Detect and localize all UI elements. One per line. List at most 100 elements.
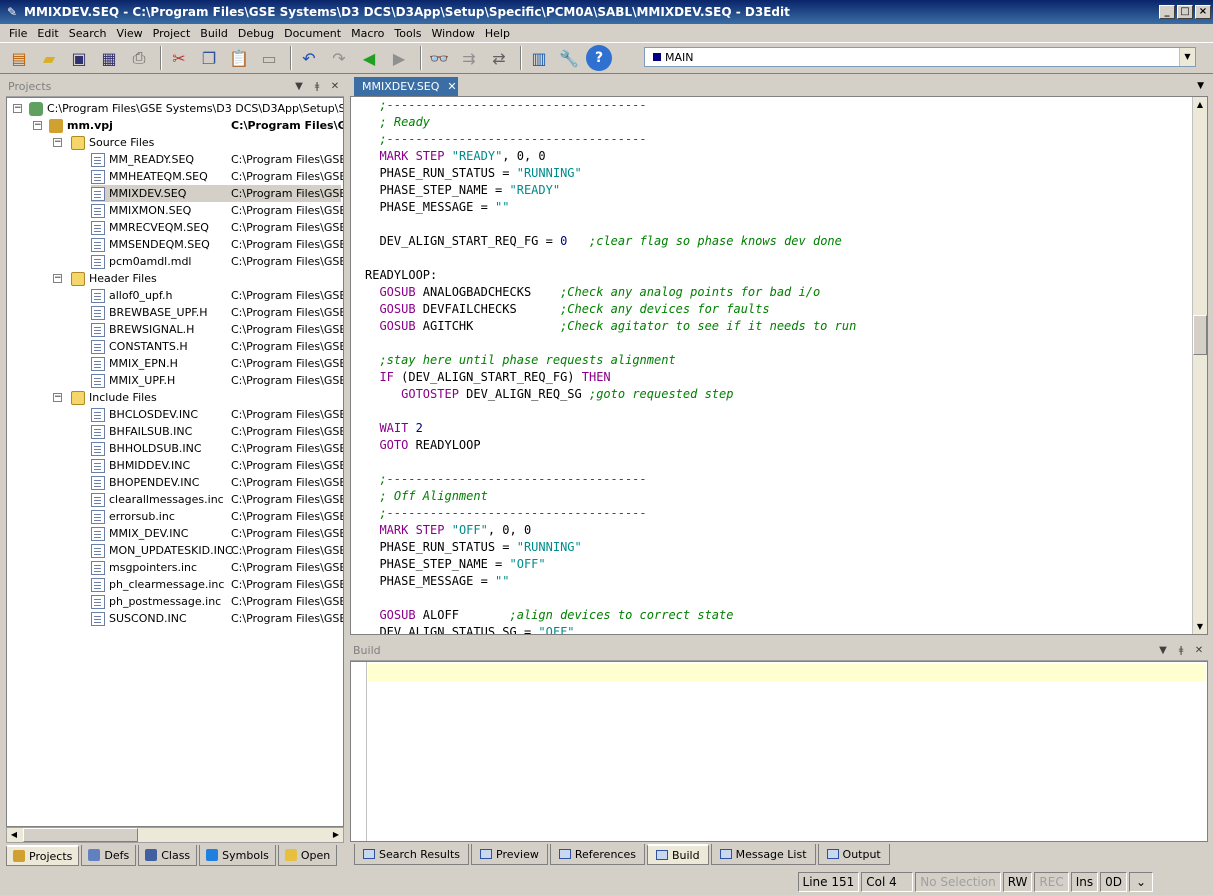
tab-references[interactable]: References [549,844,645,865]
code-line[interactable] [365,403,856,420]
clipboard-icon[interactable]: ▭ [256,45,282,71]
minimize-button[interactable]: _ [1159,5,1175,19]
chevron-down-icon[interactable]: ▼ [1197,81,1204,91]
tab-class[interactable]: Class [138,845,198,866]
tree-file[interactable]: msgpointers.inc [91,559,197,576]
project-tree[interactable]: − C:\Program Files\GSE Systems\D3 DCS\D3A… [6,97,344,827]
scroll-right-icon[interactable]: ▶ [329,828,343,842]
code-line[interactable]: ;stay here until phase requests alignmen… [365,352,856,369]
code-line[interactable]: ;------------------------------------ [365,505,856,522]
code-line[interactable]: DEV_ALIGN_STATUS_SG = "OFF" [365,624,856,634]
code-line[interactable]: MARK STEP "OFF", 0, 0 [365,522,856,539]
code-line[interactable]: DEV_ALIGN_START_REQ_FG = 0 ;clear flag s… [365,233,856,250]
code-editor[interactable]: ;------------------------------------ ; … [350,96,1208,635]
menu-project[interactable]: Project [148,27,196,40]
tab-preview[interactable]: Preview [471,844,548,865]
code-line[interactable]: ;------------------------------------ [365,97,856,114]
collapse-toggle-icon[interactable]: − [13,104,22,113]
tree-file[interactable]: pcm0amdl.mdl [91,253,192,270]
save-all-icon[interactable]: ▦ [96,45,122,71]
print-icon[interactable]: ⎙ [126,45,152,71]
tree-file[interactable]: MMHEATEQM.SEQ [91,168,208,185]
code-line[interactable]: PHASE_STEP_NAME = "READY" [365,182,856,199]
code-line[interactable]: GOTOSTEP DEV_ALIGN_REQ_SG ;goto requeste… [365,386,856,403]
undo-icon[interactable]: ↶ [296,45,322,71]
tree-folder[interactable]: Header Files [71,270,157,287]
tree-file[interactable]: BHMIDDEV.INC [91,457,190,474]
tree-folder[interactable]: Source Files [71,134,154,151]
tree-file[interactable]: ph_clearmessage.inc [91,576,224,593]
close-icon[interactable]: ✕ [1190,645,1208,656]
code-line[interactable]: WAIT 2 [365,420,856,437]
tree-file[interactable]: MMIX_DEV.INC [91,525,188,542]
menu-build[interactable]: Build [195,27,233,40]
code-line[interactable]: GOTO READYLOOP [365,437,856,454]
collapse-toggle-icon[interactable]: − [53,274,62,283]
save-icon[interactable]: ▣ [66,45,92,71]
tree-file[interactable]: clearallmessages.inc [91,491,224,508]
menu-tools[interactable]: Tools [389,27,426,40]
code-line[interactable]: ;------------------------------------ [365,471,856,488]
menu-file[interactable]: File [4,27,32,40]
tree-project[interactable]: mm.vpj [49,117,113,134]
tree-file[interactable]: allof0_upf.h [91,287,172,304]
code-line[interactable]: GOSUB ANALOGBADCHECKS ;Check any analog … [365,284,856,301]
tab-open[interactable]: Open [277,845,338,866]
status-dropdown-icon[interactable]: ⌄ [1129,872,1153,892]
tab-defs[interactable]: Defs [81,845,137,866]
scroll-down-icon[interactable]: ▼ [1193,619,1207,634]
scrollbar-thumb[interactable] [1193,315,1207,355]
tree-file[interactable]: SUSCOND.INC [91,610,187,627]
code-line[interactable] [365,216,856,233]
scrollbar-thumb[interactable] [23,828,138,842]
collapse-toggle-icon[interactable]: − [53,138,62,147]
find-next-icon[interactable]: ⇉ [456,45,482,71]
back-icon[interactable]: ◀ [356,45,382,71]
tree-file[interactable]: MMSENDEQM.SEQ [91,236,210,253]
tree-file[interactable]: MMIX_EPN.H [91,355,178,372]
code-line[interactable]: ; Off Alignment [365,488,856,505]
tree-file[interactable]: ph_postmessage.inc [91,593,221,610]
tree-file[interactable]: MON_UPDATESKID.INC [91,542,233,559]
menu-document[interactable]: Document [279,27,346,40]
chevron-down-icon[interactable]: ▼ [1179,48,1195,66]
editor-vertical-scrollbar[interactable]: ▲ ▼ [1192,97,1207,634]
collapse-toggle-icon[interactable]: − [33,121,42,130]
menu-search[interactable]: Search [64,27,112,40]
redo-icon[interactable]: ↷ [326,45,352,71]
function-combo[interactable]: MAIN ▼ [644,47,1196,67]
tree-file[interactable]: BHFAILSUB.INC [91,423,192,440]
code-line[interactable]: GOSUB AGITCHK ;Check agitator to see if … [365,318,856,335]
code-line[interactable]: PHASE_MESSAGE = "" [365,199,856,216]
scroll-up-icon[interactable]: ▲ [1193,97,1207,112]
code-line[interactable] [365,454,856,471]
tree-file[interactable]: BREWBASE_UPF.H [91,304,208,321]
tree-file[interactable]: MMIXMON.SEQ [91,202,191,219]
scroll-left-icon[interactable]: ◀ [7,828,21,842]
tools-icon[interactable]: 🔧 [556,45,582,71]
tree-root[interactable]: C:\Program Files\GSE Systems\D3 DCS\D3Ap… [29,100,343,117]
menu-macro[interactable]: Macro [346,27,389,40]
tree-file[interactable]: MMIX_UPF.H [91,372,175,389]
tree-horizontal-scrollbar[interactable]: ◀ ▶ [6,827,344,843]
menu-window[interactable]: Window [427,27,480,40]
tree-file[interactable]: BREWSIGNAL.H [91,321,194,338]
paste-icon[interactable]: 📋 [226,45,252,71]
code-line[interactable]: MARK STEP "READY", 0, 0 [365,148,856,165]
tree-file[interactable]: CONSTANTS.H [91,338,188,355]
tree-file[interactable]: errorsub.inc [91,508,175,525]
code-line[interactable]: READYLOOP: [365,267,856,284]
tree-folder[interactable]: Include Files [71,389,157,406]
tab-output[interactable]: Output [817,844,890,865]
open-folder-icon[interactable]: ▰ [36,45,62,71]
code-line[interactable] [365,250,856,267]
build-output[interactable] [350,661,1208,842]
menu-view[interactable]: View [112,27,148,40]
collapse-toggle-icon[interactable]: − [53,393,62,402]
code-line[interactable]: PHASE_RUN_STATUS = "RUNNING" [365,539,856,556]
tab-symbols[interactable]: Symbols [199,845,276,866]
maximize-button[interactable]: □ [1177,5,1193,19]
tab-message-list[interactable]: Message List [710,844,816,865]
code-line[interactable] [365,335,856,352]
cut-icon[interactable]: ✂ [166,45,192,71]
